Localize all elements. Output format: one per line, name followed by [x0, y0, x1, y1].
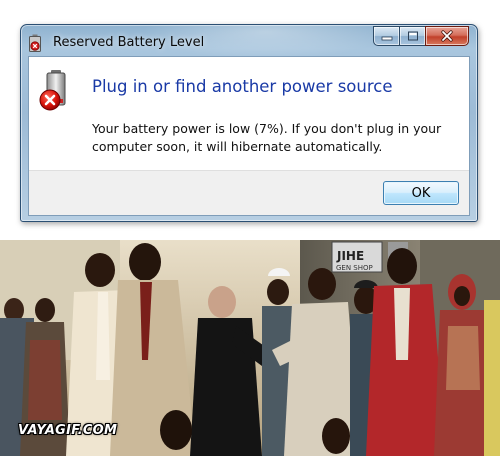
battery-error-icon: [39, 70, 66, 111]
dialog-message: Your battery power is low (7%). If you d…: [92, 121, 442, 154]
title-bar[interactable]: Reserved Battery Level: [21, 25, 477, 57]
maximize-icon: [407, 31, 418, 41]
window-title: Reserved Battery Level: [53, 35, 205, 50]
minimize-icon: [381, 36, 392, 41]
button-footer: OK: [29, 170, 469, 215]
caption-buttons: [373, 26, 469, 46]
ok-button[interactable]: OK: [383, 181, 459, 205]
content-pane: Plug in or find another power source You…: [29, 57, 469, 170]
minimize-button[interactable]: [373, 26, 399, 46]
battery-icon: [29, 34, 41, 52]
shop-sign-subtext: GEN SHOP: [336, 264, 373, 272]
close-button[interactable]: [425, 26, 469, 46]
watermark-text: VAYAGIF.COM: [18, 423, 118, 438]
dialog-backdrop: Reserved Battery Level Plug in or find a…: [0, 0, 500, 240]
shop-sign-text: JIHE: [336, 249, 364, 263]
main-instruction: Plug in or find another power source: [92, 77, 393, 96]
close-icon: [441, 30, 453, 42]
maximize-button[interactable]: [399, 26, 425, 46]
battery-warning-dialog: Reserved Battery Level Plug in or find a…: [20, 24, 478, 222]
dialog-client-area: Plug in or find another power source You…: [28, 56, 470, 216]
